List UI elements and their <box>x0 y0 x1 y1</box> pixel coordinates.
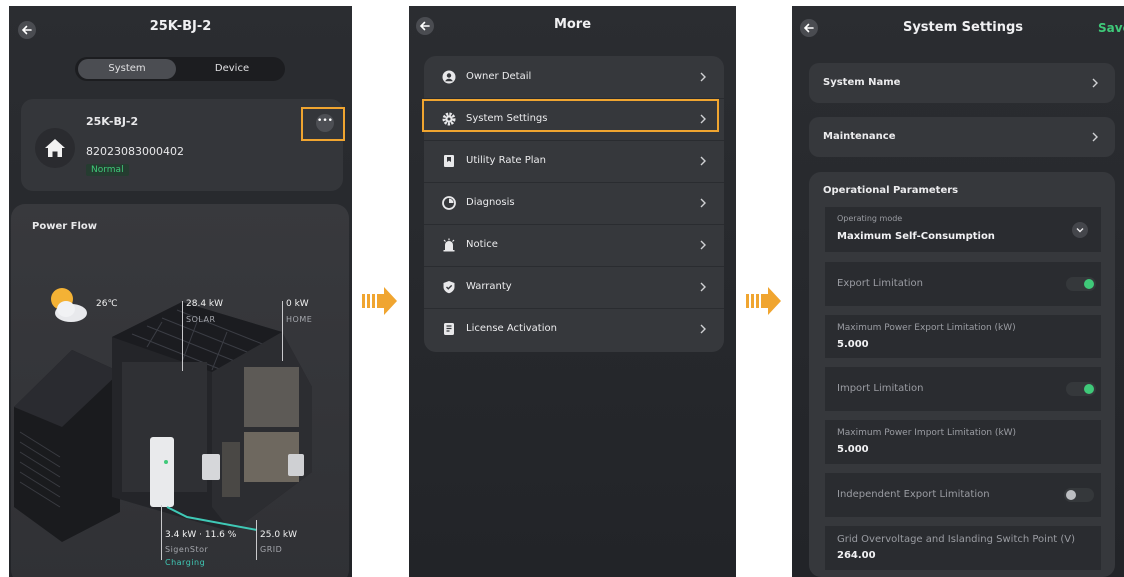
home-power-value: 0 kW <box>286 299 309 309</box>
operating-mode-select[interactable]: Operating mode Maximum Self-Consumption <box>825 207 1101 252</box>
home-icon <box>35 128 75 168</box>
max-import-field[interactable]: Maximum Power Import Limitation (kW) 5.0… <box>825 420 1101 464</box>
toggle-knob <box>1084 384 1094 394</box>
import-limitation-toggle[interactable] <box>1066 382 1096 396</box>
solar-connector-line <box>182 301 183 371</box>
field-label: Grid Overvoltage and Islanding Switch Po… <box>837 534 1076 545</box>
bookmark-icon <box>444 155 454 167</box>
menu-item-warranty[interactable]: Warranty <box>424 266 724 308</box>
tab-system[interactable]: System <box>78 59 176 79</box>
grid-connector-line <box>256 520 257 560</box>
field-label: Export Limitation <box>837 278 923 289</box>
status-badge: Normal <box>86 164 129 176</box>
menu-item-diagnosis[interactable]: Diagnosis <box>424 182 724 224</box>
chevron-right-icon <box>700 72 706 82</box>
maintenance-row[interactable]: Maintenance <box>809 117 1115 157</box>
license-icon <box>444 323 454 335</box>
system-card[interactable]: 25K-BJ-2 82023083000402 Normal <box>21 99 343 191</box>
section-title: Operational Parameters <box>823 185 959 196</box>
field-label: Import Limitation <box>837 383 924 394</box>
independent-export-row: Independent Export Limitation <box>825 473 1101 517</box>
menu-item-label: Notice <box>466 239 498 250</box>
solar-power-value: 28.4 kW <box>186 299 224 309</box>
chevron-down-glyph <box>1076 228 1084 233</box>
menu-item-label: License Activation <box>466 323 557 334</box>
highlight-box <box>301 107 345 141</box>
highlight-box <box>422 99 719 132</box>
flow-arrow-icon <box>362 287 397 315</box>
chevron-right-icon <box>700 282 706 292</box>
shield-icon <box>443 281 455 294</box>
menu-item-label: Owner Detail <box>466 71 532 82</box>
export-limitation-row: Export Limitation <box>825 262 1101 306</box>
field-label: Maximum Power Export Limitation (kW) <box>837 323 1016 333</box>
diagnosis-icon <box>442 196 456 210</box>
field-label: Operating mode <box>837 214 903 223</box>
row-label: Maintenance <box>823 131 896 142</box>
chevron-right-icon <box>700 240 706 250</box>
battery-label: SigenStor <box>165 545 209 554</box>
tab-device[interactable]: Device <box>183 59 281 79</box>
field-value: 5.000 <box>837 444 869 455</box>
flow-arrow-icon <box>746 287 781 315</box>
house-illustration <box>14 302 312 542</box>
home-label: HOME <box>286 315 313 324</box>
chevron-right-icon <box>1092 78 1098 88</box>
max-export-field[interactable]: Maximum Power Export Limitation (kW) 5.0… <box>825 315 1101 358</box>
field-value: 5.000 <box>837 339 869 350</box>
import-limitation-row: Import Limitation <box>825 367 1101 411</box>
page-title: 25K-BJ-2 <box>149 19 212 34</box>
system-name-row[interactable]: System Name <box>809 63 1115 103</box>
user-icon <box>442 70 456 84</box>
row-label: System Name <box>823 77 901 88</box>
grid-label: GRID <box>260 545 283 554</box>
menu-item-label: Warranty <box>466 281 512 292</box>
chevron-down-icon[interactable] <box>1072 222 1088 238</box>
battery-state: Charging <box>165 558 206 567</box>
power-flow-title: Power Flow <box>32 221 97 232</box>
field-label: Maximum Power Import Limitation (kW) <box>837 428 1017 438</box>
menu-item-owner-detail[interactable]: Owner Detail <box>424 56 724 98</box>
system-name: 25K-BJ-2 <box>86 115 139 128</box>
system-serial: 82023083000402 <box>86 145 184 158</box>
view-switch: System Device <box>75 57 285 81</box>
field-value: 264.00 <box>837 550 876 561</box>
battery-power-value: 3.4 kW · 11.6 % <box>165 530 237 540</box>
chevron-right-icon <box>700 198 706 208</box>
save-button[interactable]: Save <box>1098 21 1124 35</box>
page-title: More <box>553 17 592 32</box>
chevron-right-icon <box>700 156 706 166</box>
chevron-right-icon <box>700 324 706 334</box>
battery-connector-line <box>161 505 162 560</box>
solar-label: SOLAR <box>186 315 216 324</box>
chevron-right-icon <box>1092 132 1098 142</box>
independent-export-toggle[interactable] <box>1064 488 1094 502</box>
toggle-knob <box>1066 490 1076 500</box>
menu-item-license-activation[interactable]: License Activation <box>424 308 724 350</box>
field-value: Maximum Self-Consumption <box>837 231 995 242</box>
menu-item-utility-rate-plan[interactable]: Utility Rate Plan <box>424 140 724 182</box>
notice-icon <box>443 238 455 252</box>
menu-item-label: Utility Rate Plan <box>466 155 546 166</box>
menu-item-notice[interactable]: Notice <box>424 224 724 266</box>
field-label: Independent Export Limitation <box>837 489 990 500</box>
grid-power-value: 25.0 kW <box>260 530 298 540</box>
home-connector-line <box>282 301 283 361</box>
menu-item-label: Diagnosis <box>466 197 515 208</box>
grid-overvoltage-field[interactable]: Grid Overvoltage and Islanding Switch Po… <box>825 526 1101 570</box>
page-title: System Settings <box>902 20 1024 35</box>
toggle-knob <box>1084 279 1094 289</box>
export-limitation-toggle[interactable] <box>1066 277 1096 291</box>
